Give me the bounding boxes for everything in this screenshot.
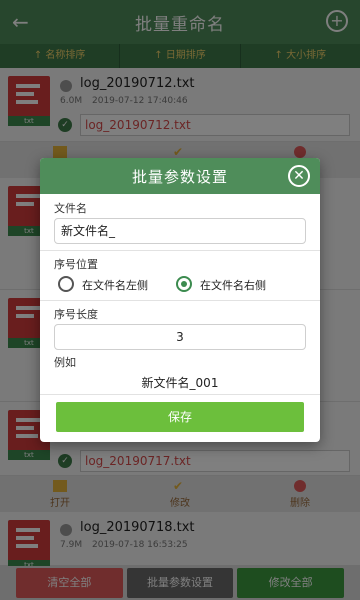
divider — [40, 394, 320, 395]
radio-left-label: 在文件名左侧 — [82, 279, 148, 292]
length-label: 序号长度 — [54, 308, 98, 321]
radio-right-label: 在文件名右侧 — [200, 279, 266, 292]
filename-label: 文件名 — [54, 202, 87, 215]
example-label: 例如 — [54, 356, 76, 369]
radio-left[interactable] — [58, 276, 74, 292]
radio-right[interactable] — [176, 276, 192, 292]
length-input[interactable]: 3 — [54, 324, 306, 350]
batch-settings-dialog: 批量参数设置 ✕ 文件名 新文件名_ 序号位置 在文件名左侧 在文件名右侧 序号… — [40, 158, 320, 442]
divider — [40, 250, 320, 251]
divider — [40, 300, 320, 301]
example-value: 新文件名_001 — [141, 376, 219, 390]
dialog-header: 批量参数设置 ✕ — [40, 158, 320, 194]
dialog-title: 批量参数设置 — [131, 167, 228, 186]
close-icon[interactable]: ✕ — [288, 165, 310, 187]
position-label: 序号位置 — [54, 258, 98, 271]
save-button[interactable]: 保存 — [56, 402, 304, 432]
filename-input[interactable]: 新文件名_ — [54, 218, 306, 244]
